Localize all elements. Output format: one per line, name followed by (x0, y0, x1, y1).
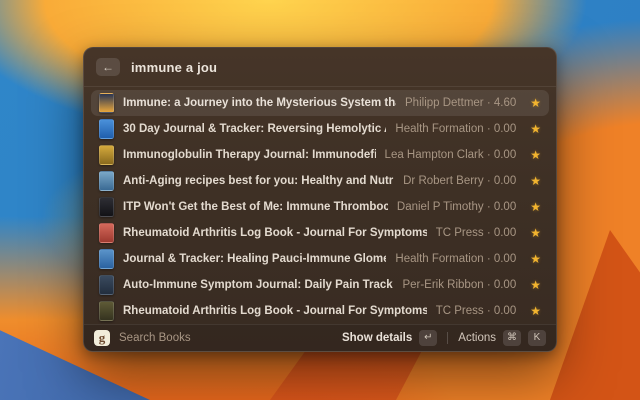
book-author-rating: Daniel P Timothy · 0.00 (396, 201, 517, 213)
result-row[interactable]: Anti-Aging recipes best for you: Healthy… (91, 168, 549, 194)
book-cover-icon (99, 93, 114, 113)
result-row[interactable]: Immune: a Journey into the Mysterious Sy… (91, 90, 549, 116)
star-icon: ★ (530, 174, 541, 188)
k-key-icon[interactable]: K (528, 330, 546, 346)
book-cover-icon (99, 223, 114, 243)
result-row[interactable]: Rheumatoid Arthritis Log Book - Journal … (91, 298, 549, 324)
book-author-rating: Philipp Dettmer · 4.60 (405, 97, 517, 109)
book-cover-icon (99, 249, 114, 269)
star-icon: ★ (530, 252, 541, 266)
footer-divider (447, 332, 449, 344)
star-icon: ★ (530, 278, 541, 292)
book-author-rating: TC Press · 0.00 (435, 305, 517, 317)
book-author-rating: Per-Erik Ribbon · 0.00 (402, 279, 517, 291)
result-row[interactable]: Immunoglobulin Therapy Journal: Immunode… (91, 142, 549, 168)
footer-actions: Show details ↵ Actions ⌘ K (342, 330, 546, 346)
book-title: Rheumatoid Arthritis Log Book - Journal … (123, 305, 427, 317)
book-cover-icon (99, 275, 114, 295)
book-cover-icon (99, 171, 114, 191)
star-icon: ★ (530, 200, 541, 214)
result-row[interactable]: 30 Day Journal & Tracker: Reversing Hemo… (91, 116, 549, 142)
book-author-rating: TC Press · 0.00 (435, 227, 517, 239)
cmd-key-icon[interactable]: ⌘ (503, 330, 521, 346)
result-row[interactable]: ITP Won't Get the Best of Me: Immune Thr… (91, 194, 549, 220)
enter-key-icon[interactable]: ↵ (419, 330, 438, 346)
book-cover-icon (99, 145, 114, 165)
book-cover-icon (99, 301, 114, 321)
results-list: Immune: a Journey into the Mysterious Sy… (84, 87, 556, 324)
result-row[interactable]: Journal & Tracker: Healing Pauci-Immune … (91, 246, 549, 272)
result-row[interactable]: Rheumatoid Arthritis Log Book - Journal … (91, 220, 549, 246)
search-bar: ← immune a jou (84, 48, 556, 86)
launcher-window: ← immune a jou Immune: a Journey into th… (83, 47, 557, 352)
book-title: Anti-Aging recipes best for you: Healthy… (123, 175, 395, 187)
desktop-wallpaper: ← immune a jou Immune: a Journey into th… (0, 0, 640, 400)
book-title: ITP Won't Get the Best of Me: Immune Thr… (123, 201, 388, 213)
goodreads-letter: g (98, 330, 106, 345)
book-author-rating: Health Formation · 0.00 (395, 123, 517, 135)
book-author-rating: Lea Hampton Clark · 0.00 (384, 149, 517, 161)
book-cover-icon (99, 119, 114, 139)
book-author-rating: Health Formation · 0.00 (395, 253, 517, 265)
book-title: 30 Day Journal & Tracker: Reversing Hemo… (123, 123, 386, 135)
back-button[interactable]: ← (96, 58, 120, 76)
book-title: Rheumatoid Arthritis Log Book - Journal … (123, 227, 427, 239)
search-input[interactable]: immune a jou (131, 60, 217, 75)
show-details-button[interactable]: Show details (342, 332, 412, 344)
footer-bar: g Search Books Show details ↵ Actions ⌘ … (84, 324, 556, 351)
extension-name: Search Books (119, 332, 191, 344)
goodreads-logo-icon: g (94, 330, 110, 346)
book-cover-icon (99, 197, 114, 217)
result-row[interactable]: Auto-Immune Symptom Journal: Daily Pain … (91, 272, 549, 298)
back-arrow-icon: ← (102, 60, 114, 74)
star-icon: ★ (530, 226, 541, 240)
star-icon: ★ (530, 96, 541, 110)
actions-button[interactable]: Actions (458, 332, 496, 344)
book-title: Immune: a Journey into the Mysterious Sy… (123, 97, 396, 109)
book-title: Immunoglobulin Therapy Journal: Immunode… (123, 149, 376, 161)
book-title: Auto-Immune Symptom Journal: Daily Pain … (123, 279, 393, 291)
book-title: Journal & Tracker: Healing Pauci-Immune … (123, 253, 386, 265)
star-icon: ★ (530, 148, 541, 162)
book-author-rating: Dr Robert Berry · 0.00 (403, 175, 517, 187)
star-icon: ★ (530, 304, 541, 318)
star-icon: ★ (530, 122, 541, 136)
